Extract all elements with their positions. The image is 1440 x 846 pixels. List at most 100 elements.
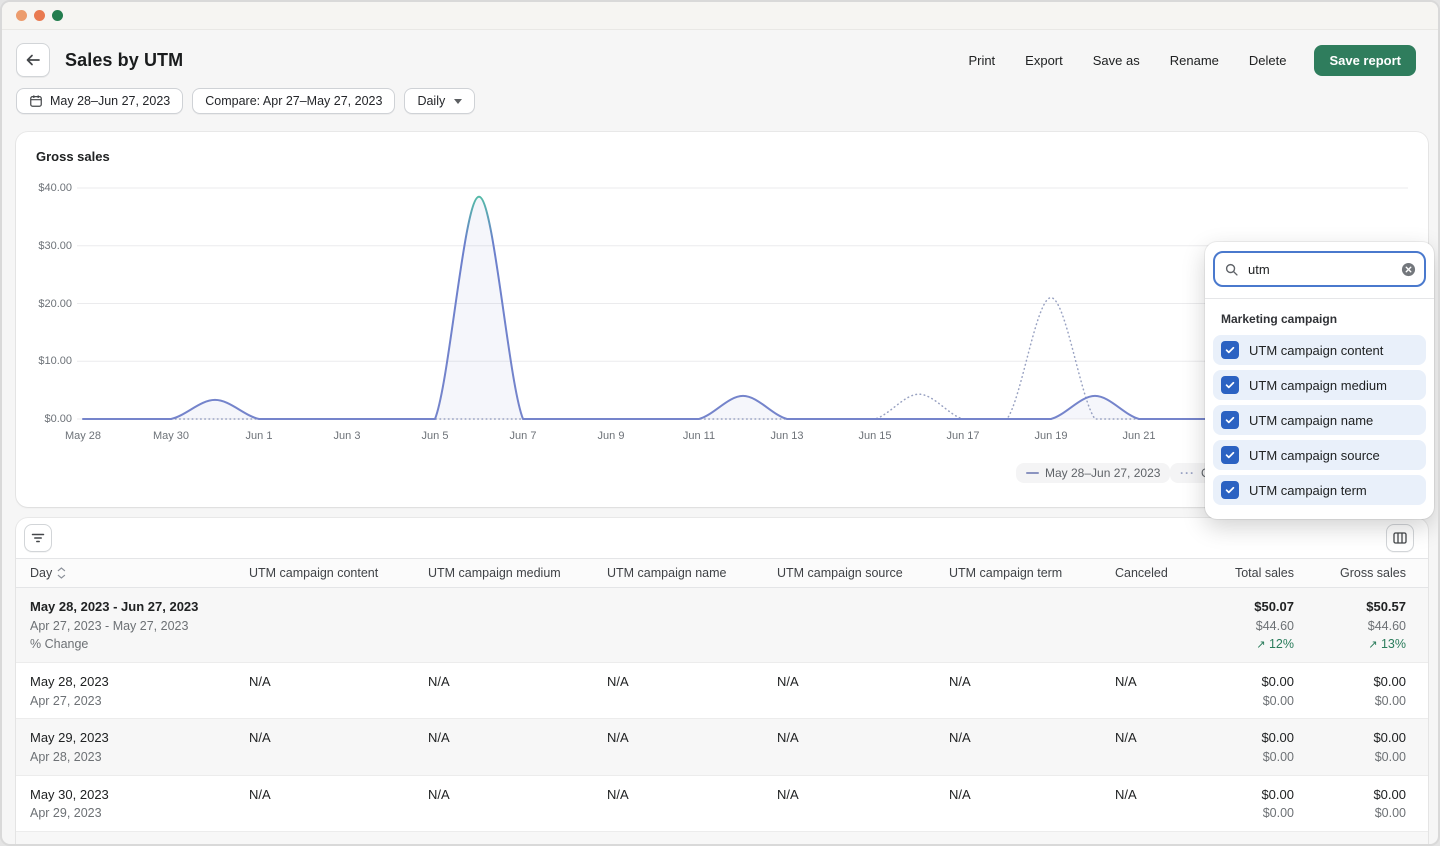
checkbox-checked[interactable] bbox=[1221, 341, 1239, 359]
cell-term: N/A bbox=[949, 674, 971, 689]
granularity-filter[interactable]: Daily bbox=[404, 88, 476, 114]
check-icon bbox=[1225, 381, 1235, 389]
cell-source: N/A bbox=[777, 832, 949, 844]
search-icon bbox=[1225, 263, 1238, 276]
cell-source: N/A bbox=[777, 786, 799, 802]
save-report-button[interactable]: Save report bbox=[1314, 44, 1416, 76]
table-row: May 28, 2023 Apr 27, 2023 N/A N/A N/A N/A N/A N… bbox=[16, 663, 1428, 720]
checkbox-checked[interactable] bbox=[1221, 481, 1239, 499]
cell-total-sales: $0.00 $0.00 bbox=[1261, 674, 1294, 708]
cell-day: May 31, 2023Apr 30, 2023 bbox=[30, 832, 249, 844]
legend-current-label: May 28–Jun 27, 2023 bbox=[1045, 466, 1161, 480]
cell-term: N/A bbox=[949, 832, 1115, 844]
panel-divider bbox=[1205, 298, 1434, 299]
cell-gross-sales: $0.00 $0.00 bbox=[1373, 730, 1406, 764]
y-axis-label: $10.00 bbox=[38, 355, 72, 368]
column-header-day[interactable]: Day bbox=[30, 559, 249, 587]
window-minimize-button[interactable] bbox=[34, 10, 45, 21]
cell-content: N/A bbox=[249, 832, 428, 844]
edit-columns-button[interactable] bbox=[1386, 524, 1414, 552]
rename-button[interactable]: Rename bbox=[1170, 53, 1219, 68]
cell-name: N/A bbox=[607, 674, 629, 689]
header-actions: Print Export Save as Rename Delete bbox=[968, 53, 1286, 68]
chevron-down-icon bbox=[454, 98, 463, 104]
search-input[interactable] bbox=[1246, 260, 1394, 278]
filter-bar: May 28–Jun 27, 2023 Compare: Apr 27–May … bbox=[2, 86, 1438, 126]
field-option-label: UTM campaign content bbox=[1249, 342, 1384, 358]
cell-total-sales: $0.00 $0.00 bbox=[1261, 730, 1294, 764]
y-axis-label: $30.00 bbox=[38, 239, 72, 252]
clear-circle-icon bbox=[1401, 262, 1416, 276]
y-axis-label: $20.00 bbox=[38, 297, 72, 310]
table-row: May 29, 2023 Apr 28, 2023 N/A N/A N/A N/A N/A N… bbox=[16, 719, 1428, 776]
column-header-utm-campaign-medium[interactable]: UTM campaign medium bbox=[428, 559, 607, 587]
export-button[interactable]: Export bbox=[1025, 53, 1063, 68]
app-window: Sales by UTM Print Export Save as Rename Del… bbox=[0, 0, 1440, 846]
cell-source: N/A bbox=[777, 730, 799, 746]
cell-canceled: N/A bbox=[1115, 786, 1137, 802]
page-title: Sales by UTM bbox=[65, 49, 184, 70]
x-axis-label: Jun 1 bbox=[245, 430, 273, 442]
page-header: Sales by UTM Print Export Save as Rename Del… bbox=[2, 30, 1438, 86]
field-options-list: UTM campaign content UTM campaign medium U… bbox=[1205, 335, 1434, 505]
column-header-utm-campaign-term[interactable]: UTM campaign term bbox=[949, 559, 1115, 587]
window-close-button[interactable] bbox=[16, 10, 27, 21]
search-box[interactable] bbox=[1213, 251, 1426, 287]
field-picker-panel: Marketing campaign UTM campaign contentU… bbox=[1205, 242, 1434, 519]
cell-gross-sales: $3.30$0.00 bbox=[1294, 832, 1406, 844]
table-header-row: Day UTM campaign content UTM campaign medi… bbox=[16, 558, 1428, 588]
x-axis-label: Jun 11 bbox=[682, 430, 716, 442]
print-button[interactable]: Print bbox=[968, 53, 995, 68]
save-as-button[interactable]: Save as bbox=[1093, 53, 1140, 68]
delete-button[interactable]: Delete bbox=[1249, 53, 1287, 68]
window-zoom-button[interactable] bbox=[52, 10, 63, 21]
y-axis-label: $40.00 bbox=[38, 182, 72, 194]
field-option-label: UTM campaign source bbox=[1249, 447, 1380, 463]
check-icon bbox=[1225, 486, 1235, 494]
cell-canceled: N/A bbox=[1115, 730, 1137, 746]
column-header-total-sales[interactable]: Total sales bbox=[1212, 559, 1294, 587]
trend-up-icon: ↗ bbox=[1256, 638, 1266, 652]
filter-button[interactable] bbox=[24, 524, 52, 552]
checkbox-checked[interactable] bbox=[1221, 376, 1239, 394]
column-header-gross-sales[interactable]: Gross sales bbox=[1294, 559, 1406, 587]
x-axis-label: Jun 7 bbox=[509, 430, 537, 442]
cell-name: N/A bbox=[607, 730, 629, 746]
cell-term: N/A bbox=[949, 786, 971, 802]
solid-line-swatch-icon bbox=[1026, 472, 1039, 474]
field-option-utm-campaign-name[interactable]: UTM campaign name bbox=[1213, 405, 1426, 435]
field-picker-section-label: Marketing campaign bbox=[1221, 312, 1338, 326]
table-row: May 31, 2023Apr 30, 2023N/AN/AN/AN/AN/AN… bbox=[16, 831, 1428, 844]
field-option-label: UTM campaign term bbox=[1249, 482, 1367, 498]
summary-row: May 28, 2023 - Jun 27, 2023 Apr 27, 2023 … bbox=[16, 588, 1428, 663]
date-range-filter[interactable]: May 28–Jun 27, 2023 bbox=[16, 88, 184, 114]
legend-current-period: May 28–Jun 27, 2023 bbox=[1016, 463, 1171, 483]
field-option-utm-campaign-content[interactable]: UTM campaign content bbox=[1213, 335, 1426, 365]
column-header-utm-campaign-name[interactable]: UTM campaign name bbox=[607, 559, 777, 587]
cell-canceled: NoNo bbox=[1115, 832, 1212, 844]
trend-up-icon: ↗ bbox=[1368, 638, 1378, 652]
column-header-utm-campaign-source[interactable]: UTM campaign source bbox=[777, 559, 949, 587]
y-axis-label: $0.00 bbox=[44, 413, 72, 425]
clear-search-button[interactable] bbox=[1401, 262, 1416, 277]
x-axis-label: Jun 21 bbox=[1122, 430, 1156, 442]
column-header-utm-campaign-content[interactable]: UTM campaign content bbox=[249, 559, 428, 587]
field-option-utm-campaign-term[interactable]: UTM campaign term bbox=[1213, 475, 1426, 505]
table-toolbar bbox=[16, 518, 1428, 558]
checkbox-checked[interactable] bbox=[1221, 446, 1239, 464]
back-button[interactable] bbox=[16, 43, 50, 77]
checkbox-checked[interactable] bbox=[1221, 411, 1239, 429]
x-axis-label: Jun 3 bbox=[333, 430, 361, 442]
columns-icon bbox=[1393, 532, 1407, 544]
field-option-label: UTM campaign medium bbox=[1249, 377, 1387, 393]
compare-filter[interactable]: Compare: Apr 27–May 27, 2023 bbox=[192, 88, 396, 114]
dotted-line-swatch-icon: ··· bbox=[1180, 466, 1195, 480]
field-option-utm-campaign-medium[interactable]: UTM campaign medium bbox=[1213, 370, 1426, 400]
cell-name: N/A bbox=[607, 786, 629, 802]
back-arrow-icon bbox=[26, 54, 40, 66]
cell-content: N/A bbox=[249, 730, 271, 746]
field-option-utm-campaign-source[interactable]: UTM campaign source bbox=[1213, 440, 1426, 470]
window-titlebar bbox=[2, 2, 1438, 30]
cell-medium: N/A bbox=[428, 786, 450, 802]
column-header-canceled[interactable]: Canceled bbox=[1115, 559, 1212, 587]
